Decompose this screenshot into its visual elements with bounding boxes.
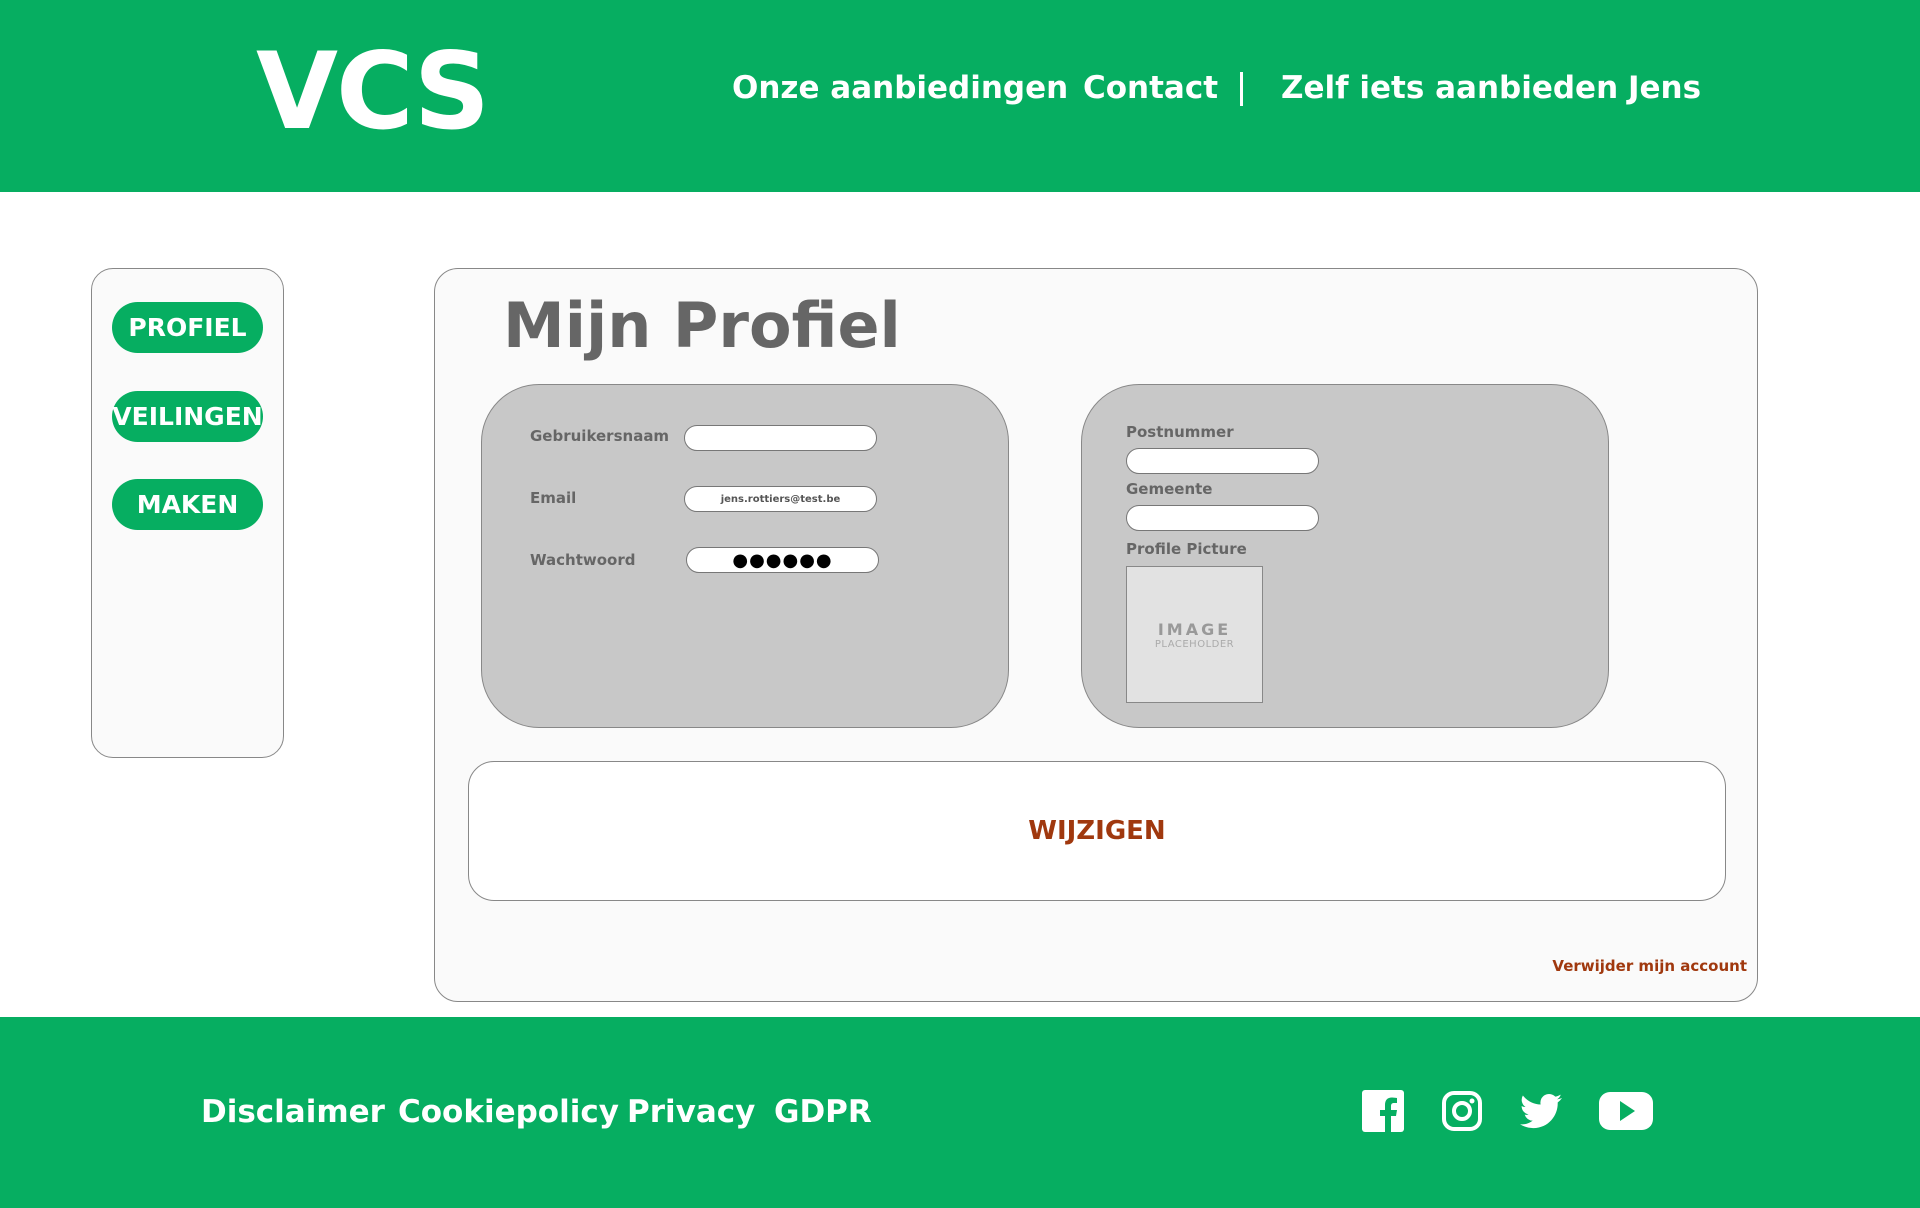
twitter-icon[interactable] — [1519, 1090, 1563, 1132]
city-field[interactable] — [1126, 505, 1319, 531]
sidebar-item-maken[interactable]: MAKEN — [112, 479, 263, 530]
email-field[interactable]: jens.rottiers@test.be — [684, 486, 877, 512]
nav-offers[interactable]: Onze aanbiedingen — [732, 70, 1068, 106]
nav-contact[interactable]: Contact — [1083, 70, 1218, 106]
facebook-icon[interactable] — [1362, 1090, 1404, 1132]
placeholder-subtext: PLACEHOLDER — [1154, 638, 1235, 650]
footer: Disclaimer Cookiepolicy Privacy GDPR — [0, 1017, 1920, 1208]
password-field[interactable]: ●●●●●● — [686, 547, 879, 573]
sidebar-item-veilingen[interactable]: VEILINGEN — [112, 391, 263, 442]
postcode-label: Postnummer — [1126, 423, 1234, 441]
profile-picture-placeholder[interactable]: IMAGE PLACEHOLDER — [1126, 566, 1263, 703]
placeholder-text: IMAGE — [1157, 619, 1232, 639]
profile-picture-label: Profile Picture — [1126, 540, 1247, 558]
nav-offer-self[interactable]: Zelf iets aanbieden — [1281, 70, 1618, 106]
change-button[interactable]: WIJZIGEN — [468, 761, 1726, 901]
instagram-icon[interactable] — [1441, 1090, 1483, 1132]
username-field[interactable] — [684, 425, 877, 451]
footer-link-disclaimer[interactable]: Disclaimer — [201, 1094, 385, 1130]
username-label: Gebruikersnaam — [530, 427, 670, 445]
header: VCS Onze aanbiedingen Contact Zelf iets … — [0, 0, 1920, 192]
nav-user[interactable]: Jens — [1628, 70, 1701, 106]
nav-separator — [1240, 72, 1243, 106]
password-label: Wachtwoord — [530, 551, 636, 569]
city-label: Gemeente — [1126, 480, 1213, 498]
delete-account-link[interactable]: Verwijder mijn account — [1552, 957, 1747, 975]
footer-link-gdpr[interactable]: GDPR — [774, 1094, 872, 1130]
footer-link-privacy[interactable]: Privacy — [627, 1094, 755, 1130]
account-panel: Gebruikersnaam Email jens.rottiers@test.… — [481, 384, 1009, 728]
profile-card: Mijn Profiel Gebruikersnaam Email jens.r… — [434, 268, 1758, 1002]
page: VCS Onze aanbiedingen Contact Zelf iets … — [0, 0, 1920, 1208]
sidebar: PROFIEL VEILINGEN MAKEN — [91, 268, 284, 758]
footer-link-cookiepolicy[interactable]: Cookiepolicy — [398, 1094, 619, 1130]
youtube-icon[interactable] — [1599, 1090, 1653, 1132]
email-label: Email — [530, 489, 577, 507]
sidebar-item-profiel[interactable]: PROFIEL — [112, 302, 263, 353]
logo[interactable]: VCS — [256, 33, 490, 151]
page-title: Mijn Profiel — [503, 289, 901, 362]
address-panel: Postnummer Gemeente Profile Picture IMAG… — [1081, 384, 1609, 728]
postcode-field[interactable] — [1126, 448, 1319, 474]
